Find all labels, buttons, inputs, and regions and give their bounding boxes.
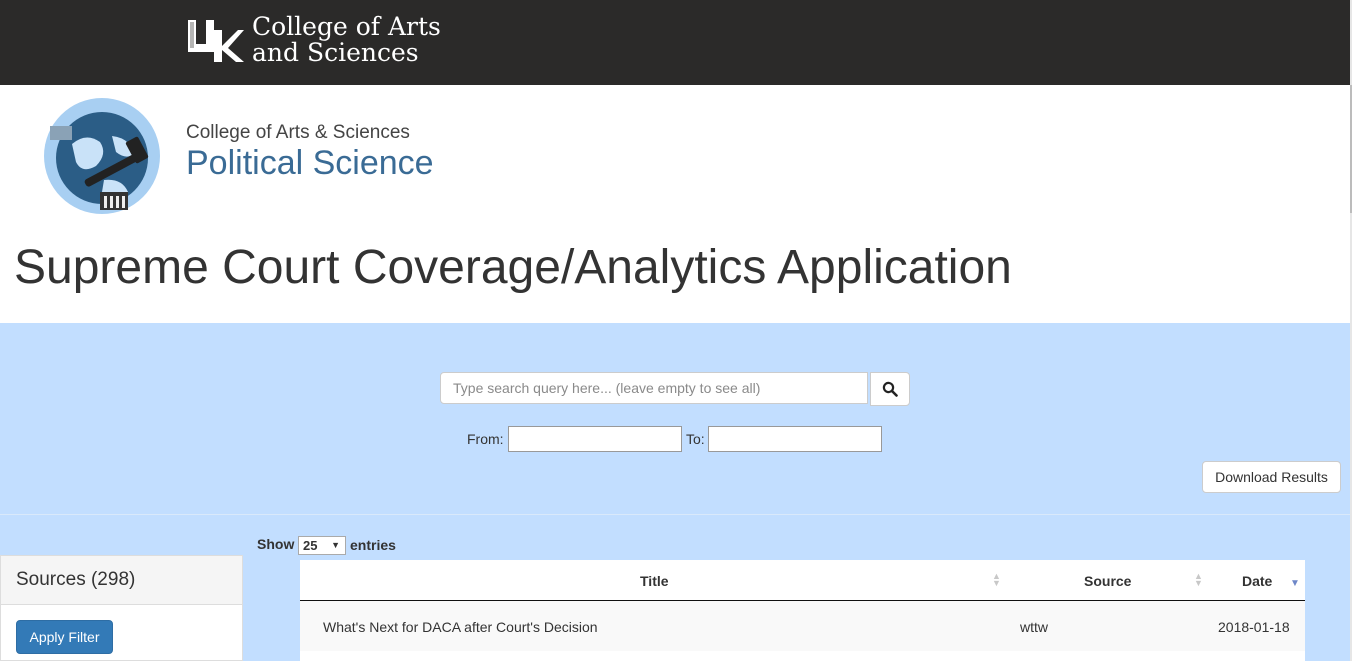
to-date-input[interactable] <box>708 426 882 452</box>
college-line-1: College of Arts <box>252 12 441 41</box>
entries-per-page-select[interactable]: 25 ▼ <box>298 536 346 555</box>
sort-both-icon[interactable]: ▲ ▼ <box>992 572 1001 588</box>
show-label: Show <box>257 536 295 552</box>
search-button[interactable] <box>870 372 910 406</box>
search-input[interactable] <box>440 372 868 404</box>
column-header-source[interactable]: Source <box>1084 573 1131 589</box>
chevron-down-icon: ▼ <box>331 540 340 550</box>
to-label: To: <box>686 431 705 447</box>
section-divider <box>0 514 1350 515</box>
search-icon <box>882 381 898 397</box>
row-source: wttw <box>1020 619 1048 635</box>
table-row[interactable]: What's Next for DACA after Court's Decis… <box>300 601 1305 651</box>
download-results-button[interactable]: Download Results <box>1202 461 1341 493</box>
college-wordmark[interactable]: College of Arts and Sciences <box>252 14 441 66</box>
column-header-date[interactable]: Date <box>1242 573 1272 589</box>
uk-logo-icon[interactable] <box>188 18 244 64</box>
sources-title: Sources (298) <box>16 569 136 590</box>
sources-panel-header: Sources (298) <box>1 556 242 605</box>
entries-label: entries <box>350 537 396 553</box>
from-date-input[interactable] <box>508 426 682 452</box>
page-title: Supreme Court Coverage/Analytics Applica… <box>14 241 1012 294</box>
row-date: 2018-01-18 <box>1218 619 1290 635</box>
results-table: Title ▲ ▼ Source ▲ ▼ Date ▼ What's Next fo… <box>300 560 1305 661</box>
dept-college-label: College of Arts & Sciences <box>186 122 410 143</box>
column-header-title[interactable]: Title <box>640 573 669 589</box>
top-banner: College of Arts and Sciences <box>0 0 1350 85</box>
sort-descending-icon[interactable]: ▼ <box>1290 578 1300 589</box>
row-title[interactable]: What's Next for DACA after Court's Decis… <box>323 619 598 635</box>
dept-name: Political Science <box>186 144 434 182</box>
sort-both-icon[interactable]: ▲ ▼ <box>1194 572 1203 588</box>
apply-filter-button[interactable]: Apply Filter <box>16 620 113 654</box>
political-science-globe-logo-icon[interactable] <box>42 96 162 216</box>
entries-per-page-value: 25 <box>303 538 318 553</box>
college-line-2: and Sciences <box>252 38 419 67</box>
sources-panel: Sources (298) Apply Filter <box>0 555 243 661</box>
from-label: From: <box>467 431 504 447</box>
